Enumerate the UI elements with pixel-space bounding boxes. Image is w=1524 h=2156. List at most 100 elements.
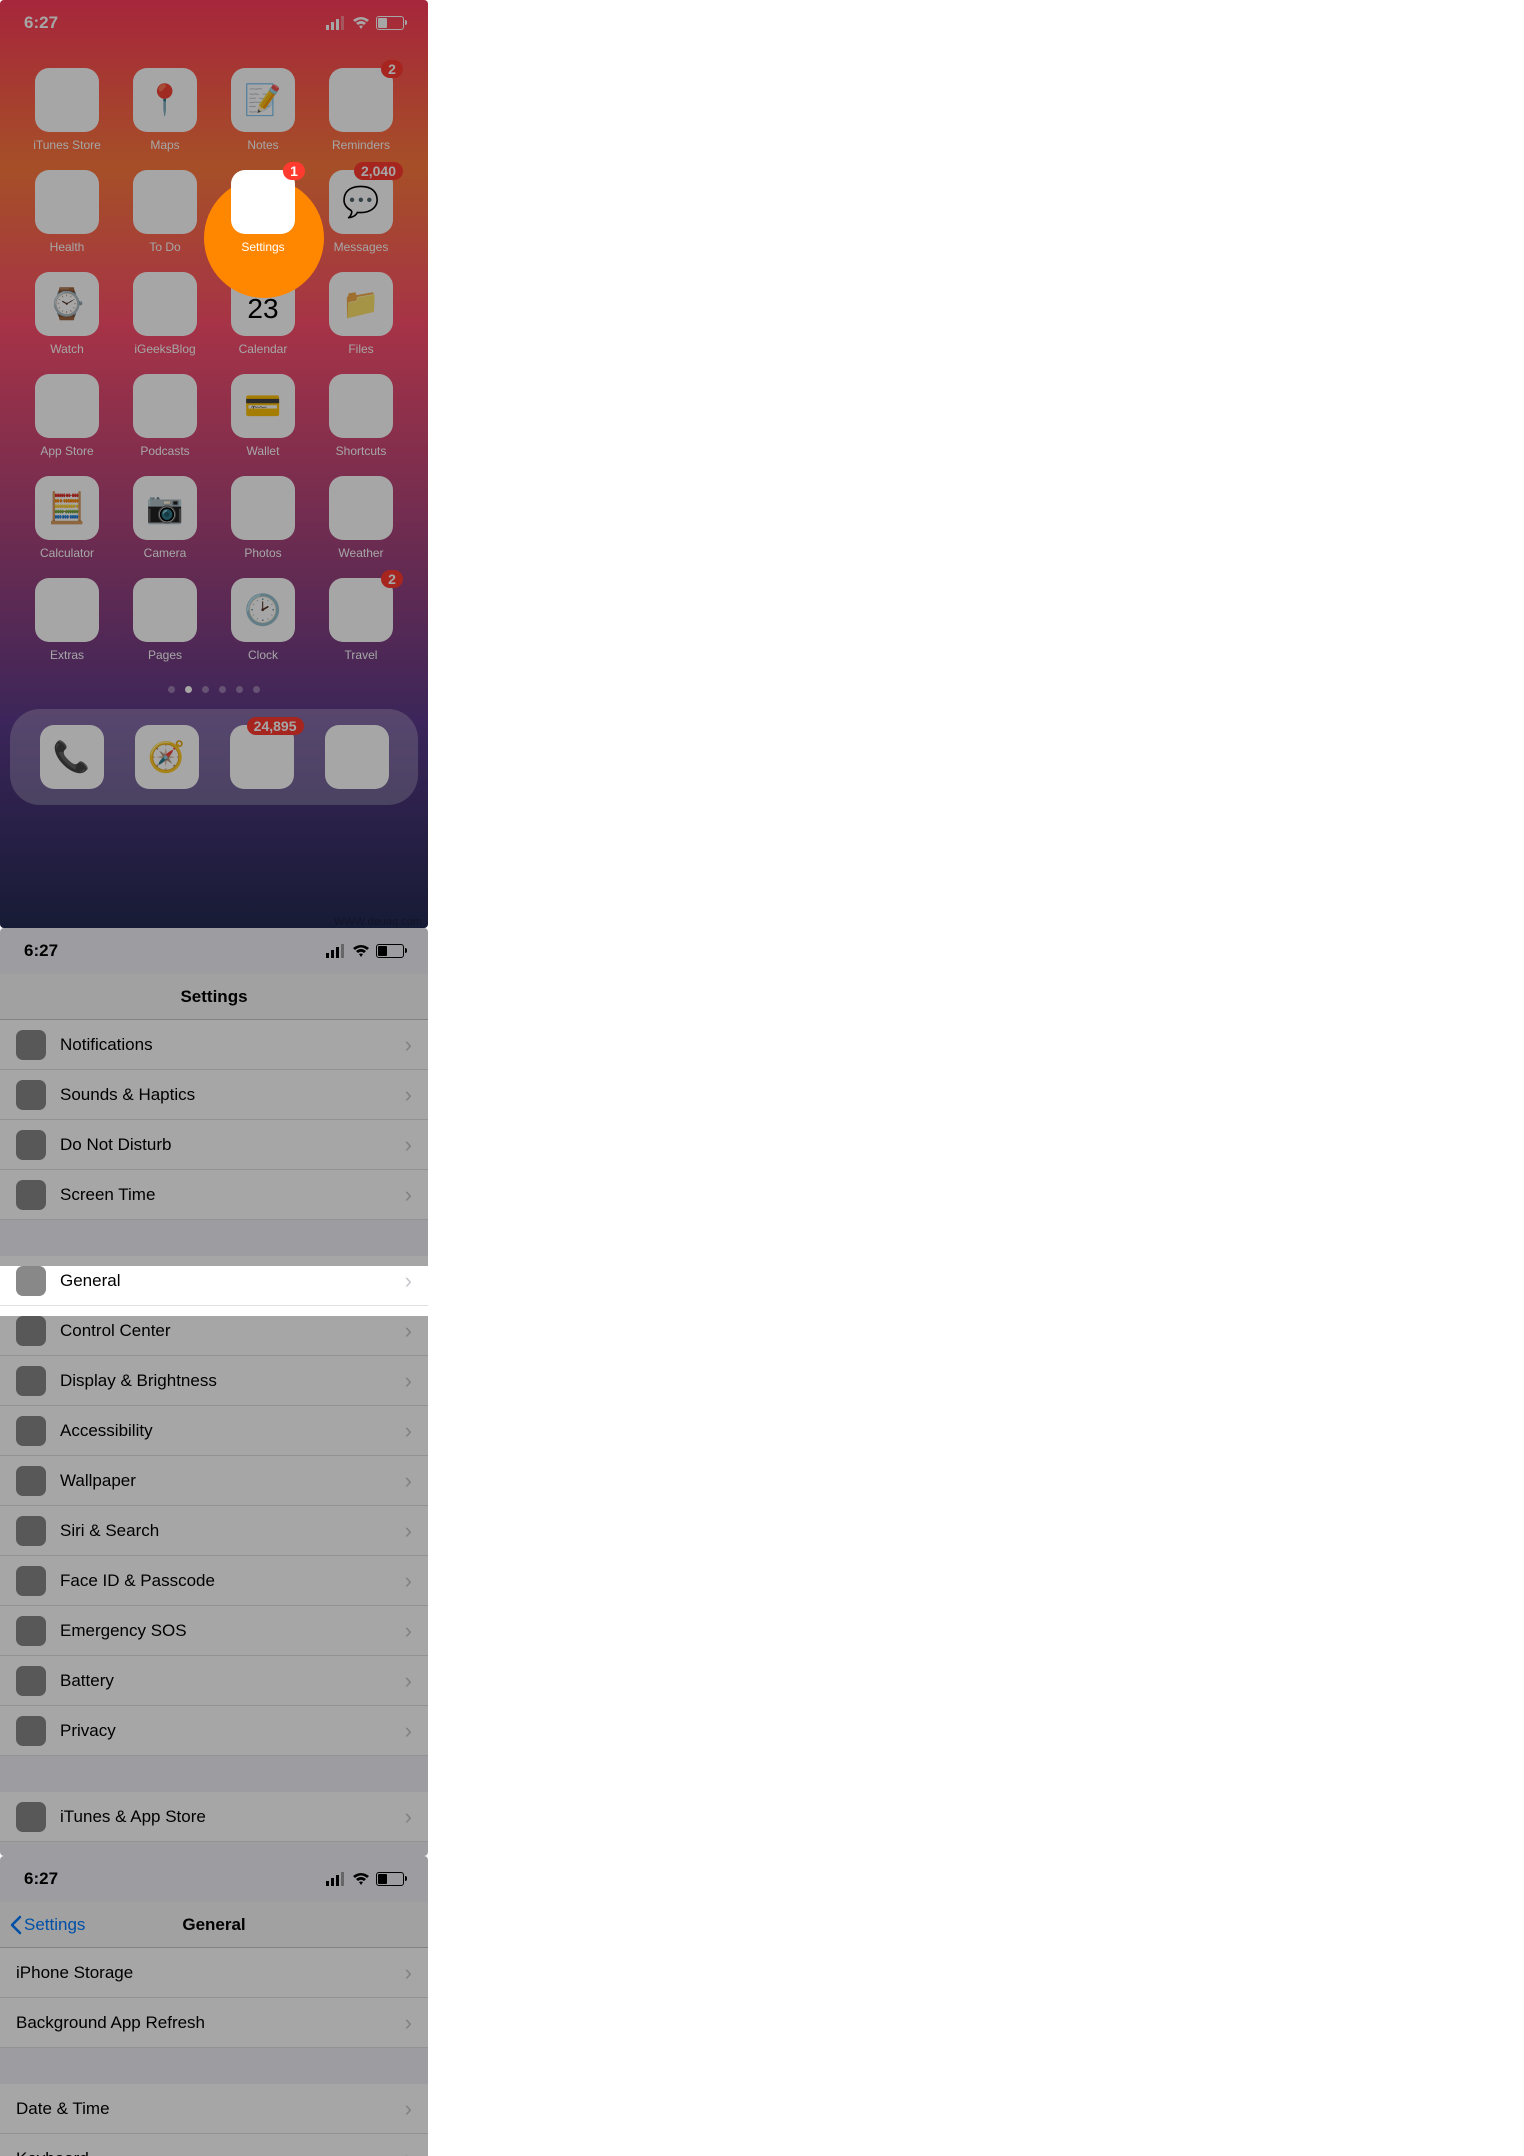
app-safari[interactable]: 🧭Safari: [135, 725, 199, 789]
chevron-right-icon: ›: [405, 1960, 412, 1986]
row-display-brightness[interactable]: Display & Brightness›: [0, 1356, 428, 1406]
app-messages[interactable]: 💬2,040 Messages: [316, 170, 406, 254]
wifi-icon: [352, 16, 370, 30]
app-pages[interactable]: ✎Pages: [120, 578, 210, 662]
app-folder[interactable]: ▦Extras: [22, 578, 112, 662]
cellular-icon: [326, 944, 346, 958]
row-date-time[interactable]: Date & Time›: [0, 2084, 428, 2134]
itunes-icon: [16, 1802, 46, 1832]
status-time: 6:27: [24, 1869, 58, 1889]
app-label: Weather: [338, 546, 383, 560]
app-clock[interactable]: 🕑Clock: [218, 578, 308, 662]
row-itunes-app-store[interactable]: iTunes & App Store›: [0, 1792, 428, 1842]
row-privacy[interactable]: Privacy›: [0, 1706, 428, 1756]
row-label: Keyboard: [16, 2149, 391, 2156]
app-phone[interactable]: 📞Phone: [40, 725, 104, 789]
app-reminders[interactable]: ⋮2Reminders: [316, 68, 406, 152]
app-label: Maps: [150, 138, 179, 152]
row-accessibility[interactable]: Accessibility›: [0, 1406, 428, 1456]
row-label: Control Center: [60, 1321, 391, 1341]
row-keyboard[interactable]: Keyboard ›: [0, 2134, 428, 2156]
page-dots[interactable]: [0, 686, 428, 693]
app-photos[interactable]: ❀Photos: [218, 476, 308, 560]
chevron-right-icon: ›: [405, 1618, 412, 1644]
row-label: Screen Time: [60, 1185, 391, 1205]
row-background-app-refresh[interactable]: Background App Refresh›: [0, 1998, 428, 2048]
back-button[interactable]: Settings: [10, 1915, 85, 1935]
row-label: Do Not Disturb: [60, 1135, 391, 1155]
row-emergency-sos[interactable]: Emergency SOS›: [0, 1606, 428, 1656]
watermark: WWW.deuaq.com: [334, 916, 422, 928]
priv-icon: [16, 1716, 46, 1746]
row-label: Wallpaper: [60, 1471, 391, 1491]
app-weather[interactable]: ☀ Weather: [316, 476, 406, 560]
app-files[interactable]: 📁Files: [316, 272, 406, 356]
status-time: 6:27: [24, 941, 58, 961]
app-appstore[interactable]: AApp Store: [22, 374, 112, 458]
app-mail[interactable]: ✉24,895Mail: [230, 725, 294, 789]
app-calc[interactable]: 🧮Calculator: [22, 476, 112, 560]
battery-icon: [376, 1872, 404, 1886]
badge: 24,895: [247, 717, 304, 735]
app-camera[interactable]: 📷 Camera: [120, 476, 210, 560]
app-wallet[interactable]: 💳Wallet: [218, 374, 308, 458]
camera-icon: 📷: [133, 476, 197, 540]
app-label: To Do: [149, 240, 180, 254]
app-notes[interactable]: 📝Notes: [218, 68, 308, 152]
app-health[interactable]: ♥Health: [22, 170, 112, 254]
shortcuts-icon: ◧: [329, 374, 393, 438]
app-todo[interactable]: ✔To Do: [120, 170, 210, 254]
app-music[interactable]: ♫Music: [325, 725, 389, 789]
row-wallpaper[interactable]: Wallpaper›: [0, 1456, 428, 1506]
music-icon: ♫: [325, 725, 389, 789]
navbar-title: Settings: [180, 987, 247, 1007]
clock-icon: 🕑: [231, 578, 295, 642]
app-shortcuts[interactable]: ◧Shortcuts: [316, 374, 406, 458]
access-icon: [16, 1416, 46, 1446]
row-face-id-passcode[interactable]: Face ID & Passcode›: [0, 1556, 428, 1606]
notes-icon: 📝: [231, 68, 295, 132]
app-igeeks[interactable]: iGiGeeksBlog: [120, 272, 210, 356]
row-control-center[interactable]: Control Center ›: [0, 1306, 428, 1356]
app-label: Messages: [334, 240, 389, 254]
chevron-right-icon: ›: [405, 1718, 412, 1744]
app-settings[interactable]: ⚙1Settings: [218, 170, 308, 254]
app-maps[interactable]: 📍 Maps: [120, 68, 210, 152]
row-notifications[interactable]: Notifications›: [0, 1020, 428, 1070]
appstore-icon: A: [35, 374, 99, 438]
row-general[interactable]: General›: [0, 1256, 428, 1306]
chevron-right-icon: ›: [405, 1132, 412, 1158]
app-itunes[interactable]: ★iTunes Store: [22, 68, 112, 152]
chevron-right-icon: ›: [405, 2146, 412, 2156]
app-label: Watch: [50, 342, 84, 356]
back-label: Settings: [24, 1915, 85, 1935]
app-watch[interactable]: ⌚Watch: [22, 272, 112, 356]
app-label: Travel: [345, 648, 378, 662]
app-label: Settings: [241, 240, 284, 254]
chevron-right-icon: ›: [405, 1318, 412, 1344]
row-label: Background App Refresh: [16, 2013, 391, 2033]
row-siri-search[interactable]: Siri & Search›: [0, 1506, 428, 1556]
maps-icon: 📍: [133, 68, 197, 132]
cc-icon: [16, 1316, 46, 1346]
app-podcasts[interactable]: ◉Podcasts: [120, 374, 210, 458]
app-folder[interactable]: ▦2Travel: [316, 578, 406, 662]
wallet-icon: 💳: [231, 374, 295, 438]
app-label: iGeeksBlog: [134, 342, 195, 356]
app-label: Camera: [144, 546, 187, 560]
dnd-icon: [16, 1130, 46, 1160]
row-label: Battery: [60, 1671, 391, 1691]
phone-home-screen: 6:27 ★iTunes Store📍Maps📝Notes⋮2Reminders…: [0, 0, 428, 928]
app-label: Calendar: [239, 342, 288, 356]
app-label: Podcasts: [140, 444, 189, 458]
status-bar: 6:27: [0, 1856, 428, 1902]
badge: 2,040: [354, 162, 403, 180]
row-do-not-disturb[interactable]: Do Not Disturb ›: [0, 1120, 428, 1170]
weather-icon: ☀: [329, 476, 393, 540]
app-label: Pages: [148, 648, 182, 662]
messages-icon: 💬2,040: [329, 170, 393, 234]
row-iphone-storage[interactable]: iPhone Storage›: [0, 1948, 428, 1998]
row-battery[interactable]: Battery›: [0, 1656, 428, 1706]
row-label: Display & Brightness: [60, 1371, 391, 1391]
row-screen-time[interactable]: Screen Time›: [0, 1170, 428, 1220]
